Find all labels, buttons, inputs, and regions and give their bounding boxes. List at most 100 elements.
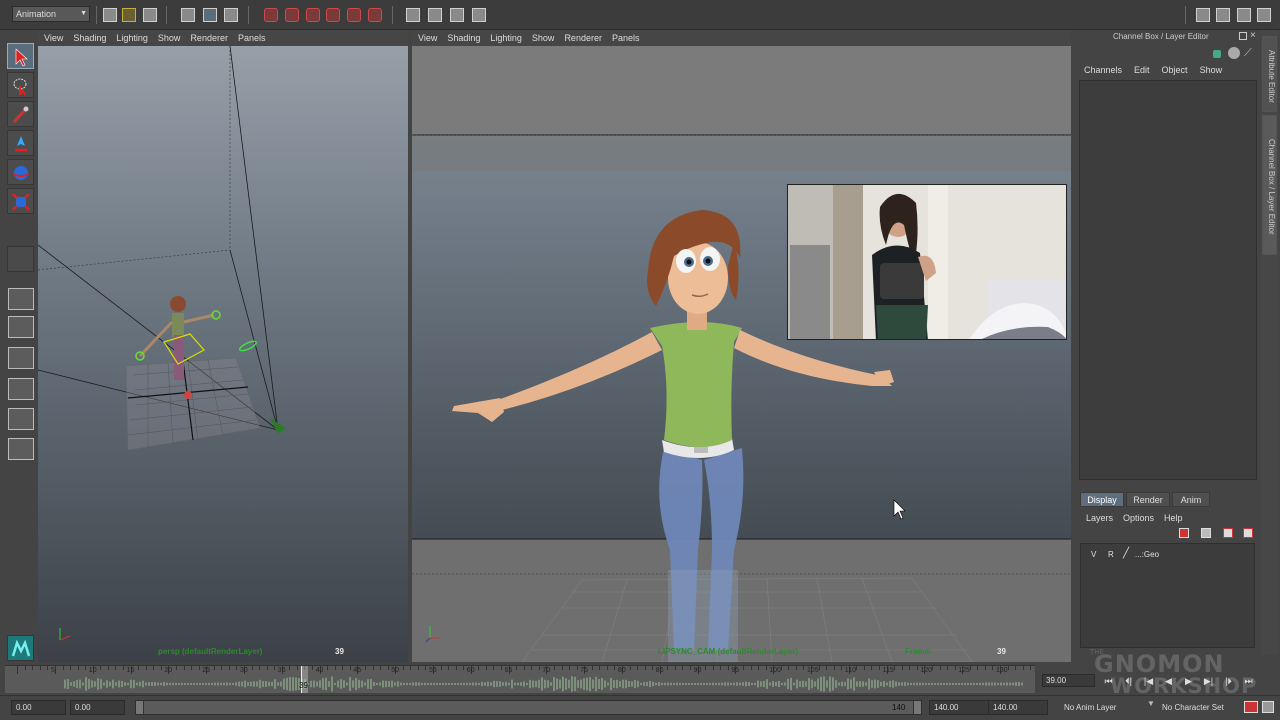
time-slider-tick — [682, 666, 684, 670]
persp-graph-layout-icon[interactable] — [8, 378, 34, 400]
select-curves-icon[interactable] — [306, 8, 320, 22]
select-surfaces-icon[interactable] — [326, 8, 340, 22]
persp-graph-hypergraph-layout-icon[interactable] — [8, 408, 34, 430]
reference-video-frame — [788, 185, 1066, 339]
channel-box-sphere-icon[interactable] — [1228, 47, 1240, 59]
snap-to-grid-icon[interactable] — [406, 8, 420, 22]
close-icon[interactable]: × — [1250, 30, 1256, 41]
time-slider-tick-label: 130 — [996, 667, 1008, 674]
snap-to-curve-icon[interactable] — [428, 8, 442, 22]
new-layer-selected-icon[interactable] — [1223, 528, 1233, 538]
select-by-object-icon[interactable] — [203, 8, 217, 22]
menu-set-dropdown[interactable]: Animation ▼ — [12, 6, 90, 22]
layer-menu-help[interactable]: Help — [1164, 513, 1183, 523]
move-tool[interactable] — [7, 130, 34, 156]
layer-menu-options[interactable]: Options — [1123, 513, 1154, 523]
end-time-field[interactable]: 140.00 — [988, 700, 1048, 715]
time-slider-tick — [107, 666, 109, 670]
graph-editor-layout-icon[interactable] — [8, 438, 34, 460]
anim-layer-dropdown-icon[interactable]: ▼ — [1147, 699, 1155, 708]
last-tool-used[interactable] — [7, 246, 34, 272]
time-slider-tick — [1015, 666, 1017, 670]
layer-color-swatch-icon[interactable]: ╱ — [1123, 548, 1129, 559]
channel-box-menu-channels[interactable]: Channels — [1084, 65, 1122, 75]
save-scene-icon[interactable] — [143, 8, 157, 22]
time-slider-tick-label: 70 — [542, 667, 551, 674]
time-slider-tick-label: 105 — [807, 667, 819, 674]
select-handles-icon[interactable] — [264, 8, 278, 22]
snap-to-view-plane-icon[interactable] — [472, 8, 486, 22]
channel-box-layer-editor-tab[interactable]: Channel Box / Layer Editor — [1262, 115, 1277, 255]
select-dynamics-icon[interactable] — [368, 8, 382, 22]
start-time-field[interactable]: 0.00 — [11, 700, 66, 715]
layer-visibility-toggle[interactable]: V — [1091, 550, 1096, 559]
time-slider-tick — [145, 666, 147, 670]
snap-to-point-icon[interactable] — [450, 8, 464, 22]
float-panel-icon[interactable] — [1239, 32, 1247, 40]
show-hide-tool-settings-icon[interactable] — [1216, 8, 1230, 22]
character-set-label[interactable]: No Character Set — [1162, 703, 1224, 712]
time-slider-tick — [380, 666, 382, 670]
attribute-editor-tab[interactable]: Attribute Editor — [1262, 36, 1277, 112]
paint-select-tool[interactable] — [7, 101, 34, 127]
rotate-tool[interactable] — [7, 159, 34, 185]
time-slider-tick-label: 110 — [844, 667, 856, 674]
tab-display[interactable]: Display — [1080, 492, 1124, 507]
select-by-hierarchy-icon[interactable] — [181, 8, 195, 22]
time-slider-tick — [637, 666, 639, 670]
channel-box-pin-icon[interactable]: ⟋ — [1244, 47, 1256, 59]
tab-render[interactable]: Render — [1126, 492, 1170, 507]
playback-start-field[interactable]: 0.00 — [70, 700, 125, 715]
persp-outliner-layout-icon[interactable] — [8, 347, 34, 369]
layer-display-type-toggle[interactable]: R — [1108, 550, 1114, 559]
show-hide-layer-editor-icon[interactable] — [1257, 8, 1271, 22]
time-slider-tick — [629, 666, 631, 670]
auto-key-icon[interactable] — [1244, 701, 1258, 713]
channel-box-menu-edit[interactable]: Edit — [1134, 65, 1150, 75]
time-slider-tick — [652, 666, 654, 670]
time-slider[interactable]: 5 10 15 20 25 30 35 40 45 50 55 60 65 70 75 80 85 90 95 100… — [5, 665, 1035, 693]
time-slider-tick — [516, 666, 518, 670]
tab-anim[interactable]: Anim — [1172, 492, 1210, 507]
scale-tool[interactable] — [7, 188, 34, 214]
range-slider[interactable]: 0 140 — [135, 700, 922, 715]
open-scene-icon[interactable] — [122, 8, 136, 22]
new-scene-icon[interactable] — [103, 8, 117, 22]
select-joints-icon[interactable] — [285, 8, 299, 22]
current-time-field[interactable]: 39.00 — [1042, 674, 1095, 687]
single-pane-layout-icon[interactable] — [8, 288, 34, 310]
channel-box-area[interactable] — [1079, 80, 1257, 480]
time-slider-tick — [387, 666, 389, 670]
layer-name[interactable]: ...:Geo — [1135, 550, 1159, 559]
time-slider-tick — [274, 666, 276, 670]
time-slider-tick — [644, 666, 646, 670]
show-hide-channel-box-icon[interactable] — [1237, 8, 1251, 22]
time-slider-tick — [236, 666, 238, 670]
lipsync-cam-viewport[interactable]: View Shading Lighting Show Renderer Pane… — [412, 30, 1071, 662]
range-end-handle[interactable] — [913, 701, 921, 714]
channel-box-menu-show[interactable]: Show — [1200, 65, 1223, 75]
persp-viewport[interactable]: View Shading Lighting Show Renderer Pane… — [38, 30, 408, 662]
reference-video-overlay — [787, 184, 1067, 340]
new-layer-red-icon[interactable] — [1179, 528, 1189, 538]
time-slider-tick-label: 30 — [240, 667, 248, 674]
select-tool[interactable] — [7, 43, 34, 69]
animation-preferences-icon[interactable] — [1262, 701, 1274, 713]
select-deformations-icon[interactable] — [347, 8, 361, 22]
time-slider-tick — [795, 666, 797, 670]
four-pane-layout-icon[interactable] — [8, 316, 34, 338]
move-selected-to-layer-icon[interactable] — [1243, 528, 1253, 538]
lasso-tool[interactable] — [7, 72, 34, 98]
range-start-handle[interactable] — [136, 701, 144, 714]
playback-end-field[interactable]: 140.00 — [929, 700, 989, 715]
anim-layer-label[interactable]: No Anim Layer — [1064, 703, 1116, 712]
layer-row[interactable]: V R ╱ ...:Geo — [1083, 548, 1253, 563]
channel-box-key-icon[interactable] — [1213, 50, 1221, 58]
new-empty-layer-icon[interactable] — [1201, 528, 1211, 538]
select-by-component-icon[interactable] — [224, 8, 238, 22]
time-slider-tick — [576, 666, 578, 670]
show-hide-attribute-editor-icon[interactable] — [1196, 8, 1210, 22]
time-slider-tick — [833, 666, 835, 670]
channel-box-menu-object[interactable]: Object — [1162, 65, 1188, 75]
layer-menu-layers[interactable]: Layers — [1086, 513, 1113, 523]
